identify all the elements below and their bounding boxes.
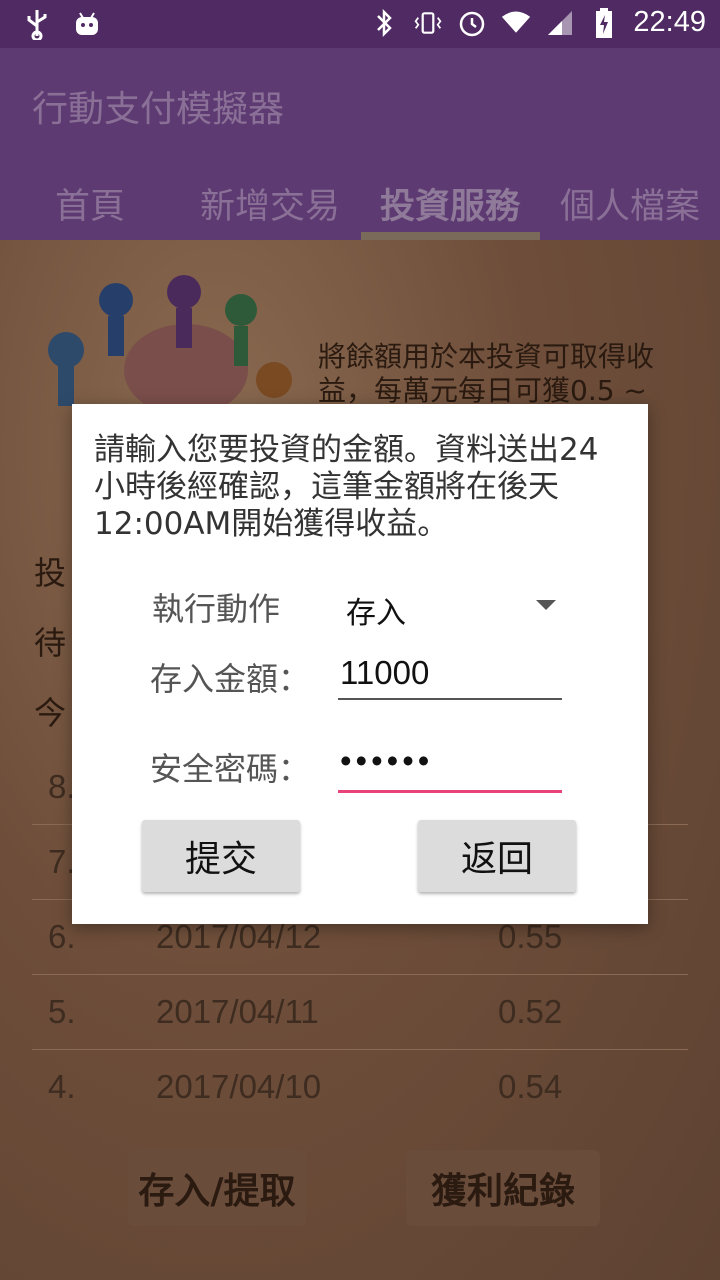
profit-record-button[interactable]: 獲利紀錄 <box>406 1150 600 1226</box>
alarm-icon <box>457 7 487 39</box>
row-date: 2017/04/11 <box>156 993 319 1030</box>
amount-input-underline <box>338 698 562 700</box>
wifi-icon <box>501 7 531 39</box>
amount-input[interactable]: 11000 <box>340 654 429 692</box>
app-title: 行動支付模擬器 <box>32 89 285 130</box>
row-value: 0.52 <box>498 993 563 1030</box>
action-selected-value: 存入 <box>346 596 406 631</box>
tab-new-transaction[interactable]: 新增交易 <box>180 178 360 229</box>
submit-button[interactable]: 提交 <box>142 820 300 892</box>
tab-investment[interactable]: 投資服務 <box>360 178 540 229</box>
summary-label-invest: 投 <box>34 554 67 592</box>
summary-label-pending: 待 <box>34 624 67 662</box>
battery-icon <box>589 7 619 39</box>
tab-home[interactable]: 首頁 <box>0 178 180 229</box>
back-button[interactable]: 返回 <box>418 820 576 892</box>
chevron-down-icon[interactable] <box>536 600 556 610</box>
summary-label-today: 今 <box>34 694 67 732</box>
investment-description: 將餘額用於本投資可取得收益，每萬元每日可獲0.5 ~ <box>318 340 655 407</box>
row-date: 2017/04/10 <box>156 1068 322 1105</box>
status-bar: 22:49 <box>0 0 720 48</box>
action-select[interactable]: 存入 <box>338 580 568 631</box>
bluetooth-icon <box>369 7 399 39</box>
deposit-withdraw-button[interactable]: 存入/提取 <box>128 1150 306 1226</box>
android-icon <box>72 8 102 40</box>
row-value: 0.54 <box>498 1068 563 1105</box>
password-label: 安全密碼： <box>150 750 311 788</box>
row-index: 4. <box>48 1068 76 1105</box>
action-label: 執行動作 <box>152 590 281 628</box>
table-row: 4. 2017/04/10 0.54 <box>32 1050 688 1124</box>
signal-icon <box>545 7 575 39</box>
table-row: 5. 2017/04/11 0.52 <box>32 975 688 1050</box>
password-input-underline <box>338 790 562 793</box>
password-input[interactable]: •••••• <box>340 742 433 780</box>
usb-icon <box>22 8 52 40</box>
clock: 22:49 <box>633 6 706 38</box>
active-tab-indicator <box>361 232 540 240</box>
vibrate-icon <box>413 7 443 39</box>
tab-bar: 首頁 新增交易 投資服務 個人檔案 <box>0 170 720 240</box>
amount-label: 存入金額： <box>150 660 311 698</box>
tab-profile[interactable]: 個人檔案 <box>540 178 720 229</box>
invest-dialog: 請輸入您要投資的金額。資料送出24小時後經確認，這筆金額將在後天12:00AM開… <box>72 404 648 924</box>
dialog-message: 請輸入您要投資的金額。資料送出24小時後經確認，這筆金額將在後天12:00AM開… <box>94 432 599 542</box>
row-index: 5. <box>48 993 76 1030</box>
